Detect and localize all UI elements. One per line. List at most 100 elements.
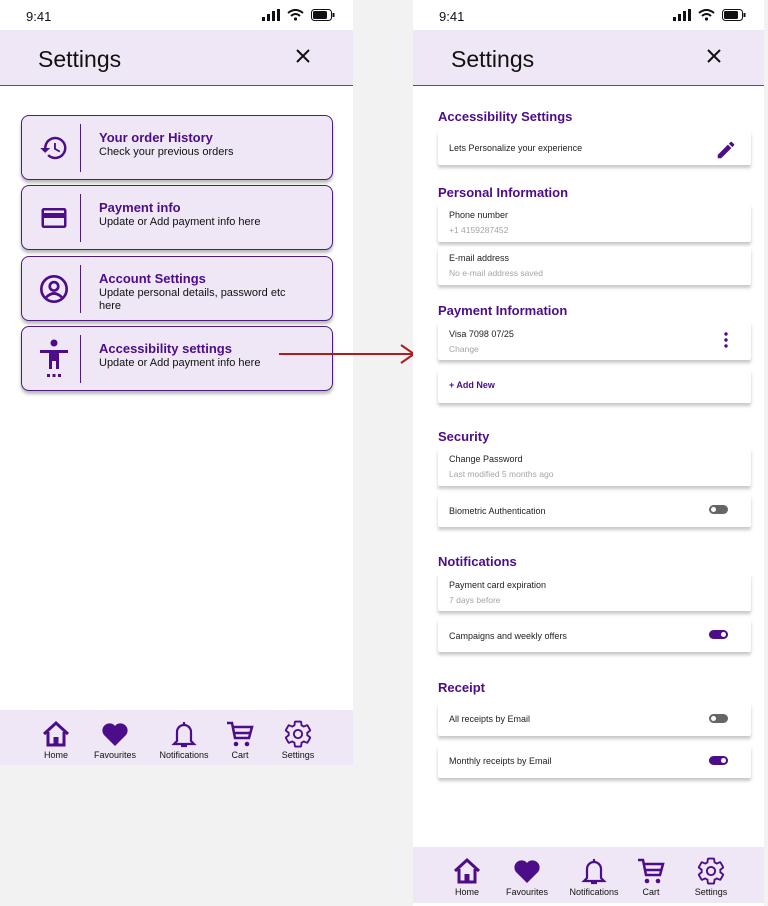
close-icon[interactable]	[704, 46, 724, 66]
change-card-link[interactable]: Change	[449, 344, 479, 354]
status-bar: 9:41	[0, 0, 353, 30]
account-settings-card[interactable]: Account Settings Update personal details…	[21, 256, 333, 321]
status-time: 9:41	[439, 9, 465, 24]
change-password-item[interactable]: Change Password Last modified 5 months a…	[438, 448, 751, 486]
setting-label: Lets Personalize your experience	[449, 143, 583, 153]
battery-icon	[722, 9, 746, 21]
nav-label: Home	[454, 887, 479, 897]
nav-notifications[interactable]: Notifications	[562, 856, 626, 897]
nav-label: Notifications	[569, 887, 619, 897]
field-label: E-mail address	[449, 253, 510, 263]
setting-label: Campaigns and weekly offers	[449, 631, 567, 641]
accessibility-icon	[38, 339, 70, 377]
nav-settings[interactable]: Settings	[266, 719, 330, 760]
status-bar: 9:41	[413, 0, 764, 30]
heart-icon	[102, 723, 128, 746]
section-title-payment: Payment Information	[438, 303, 568, 318]
monthly-receipts-toggle[interactable]	[709, 756, 728, 765]
signal-icon	[262, 9, 280, 21]
card-expiration-item[interactable]: Payment card expiration 7 days before	[438, 573, 751, 611]
campaigns-setting: Campaigns and weekly offers	[438, 619, 751, 652]
more-options-icon[interactable]	[721, 332, 731, 348]
nav-notifications[interactable]: Notifications	[152, 719, 216, 760]
nav-label: Favourites	[505, 887, 549, 897]
setting-label: Biometric Authentication	[449, 506, 546, 516]
setting-label: Payment card expiration	[449, 580, 547, 590]
field-value: +1 4159287452	[449, 225, 509, 235]
settings-menu-screen: 9:41 Settings Your order History Check y…	[0, 0, 353, 765]
nav-cart[interactable]: Cart	[619, 856, 683, 897]
setting-sub: Last modified 5 months ago	[449, 469, 554, 479]
accessibility-settings-screen: 9:41 Settings Accessibility Settings Let…	[413, 0, 764, 906]
field-label: Phone number	[449, 210, 509, 220]
cart-icon	[638, 858, 665, 884]
nav-favourites[interactable]: Favourites	[495, 856, 559, 897]
menu-title: Accessibility settings	[99, 341, 232, 356]
monthly-receipts-setting: Monthly receipts by Email	[438, 745, 751, 778]
battery-icon	[311, 9, 335, 21]
close-icon[interactable]	[293, 46, 313, 66]
setting-label: Monthly receipts by Email	[449, 756, 552, 766]
page-title: Settings	[451, 46, 535, 72]
nav-label: Notifications	[159, 750, 209, 760]
menu-title: Account Settings	[99, 271, 206, 286]
gear-icon	[284, 720, 312, 748]
cart-icon	[227, 721, 254, 747]
flow-arrow	[279, 344, 416, 364]
section-title-security: Security	[438, 429, 490, 444]
wifi-icon	[698, 9, 715, 21]
section-title-receipt: Receipt	[438, 680, 485, 695]
menu-subtitle: Update personal details, password etc he…	[99, 287, 286, 312]
nav-home[interactable]: Home	[24, 719, 88, 760]
nav-cart[interactable]: Cart	[208, 719, 272, 760]
nav-label: Home	[43, 750, 68, 760]
setting-sub: 7 days before	[449, 595, 501, 605]
wifi-icon	[287, 9, 304, 21]
nav-label: Cart	[231, 750, 249, 760]
bottom-nav: Home Favourites Notifications Cart Setti…	[413, 847, 764, 903]
personalize-card[interactable]: Lets Personalize your experience	[438, 131, 751, 165]
history-icon	[38, 132, 70, 164]
add-payment-button[interactable]: + Add New	[438, 370, 751, 403]
app-header: Settings	[413, 30, 764, 86]
card-label: Visa 7098 07/25	[449, 329, 514, 339]
edit-icon[interactable]	[715, 139, 737, 161]
account-circle-icon	[38, 273, 70, 305]
signal-icon	[673, 9, 691, 21]
saved-card-item[interactable]: Visa 7098 07/25 Change	[438, 322, 751, 360]
nav-settings[interactable]: Settings	[679, 856, 743, 897]
menu-subtitle: Update or Add payment info here	[99, 357, 261, 369]
section-title-notifications: Notifications	[438, 554, 517, 569]
status-time: 9:41	[26, 9, 52, 24]
menu-title: Payment info	[99, 200, 181, 215]
nav-label: Cart	[642, 887, 660, 897]
nav-home[interactable]: Home	[435, 856, 499, 897]
email-field[interactable]: E-mail address No e-mail address saved	[438, 247, 751, 285]
nav-label: Settings	[281, 750, 315, 760]
menu-subtitle: Check your previous orders	[99, 146, 234, 158]
payment-info-card[interactable]: Payment info Update or Add payment info …	[21, 185, 333, 250]
heart-icon	[514, 860, 540, 883]
gear-icon	[697, 857, 725, 885]
menu-title: Your order History	[99, 130, 213, 145]
credit-card-icon	[38, 202, 70, 234]
all-receipts-toggle[interactable]	[709, 714, 728, 723]
app-header: Settings	[0, 30, 353, 86]
nav-favourites[interactable]: Favourites	[83, 719, 147, 760]
biometric-toggle[interactable]	[709, 505, 728, 514]
campaigns-toggle[interactable]	[709, 630, 728, 639]
field-value: No e-mail address saved	[449, 268, 544, 278]
nav-label: Settings	[694, 887, 728, 897]
bottom-nav: Home Favourites Notifications Cart Setti…	[0, 710, 353, 765]
section-title-accessibility: Accessibility Settings	[438, 109, 573, 124]
order-history-card[interactable]: Your order History Check your previous o…	[21, 115, 333, 180]
phone-number-field[interactable]: Phone number +1 4159287452	[438, 204, 751, 242]
nav-label: Favourites	[93, 750, 137, 760]
home-icon	[453, 857, 481, 884]
biometric-setting: Biometric Authentication	[438, 494, 751, 527]
page-title: Settings	[38, 46, 122, 72]
setting-label: Change Password	[449, 454, 523, 464]
bell-icon	[171, 722, 197, 748]
all-receipts-setting: All receipts by Email	[438, 703, 751, 736]
add-new-label: + Add New	[449, 380, 495, 390]
